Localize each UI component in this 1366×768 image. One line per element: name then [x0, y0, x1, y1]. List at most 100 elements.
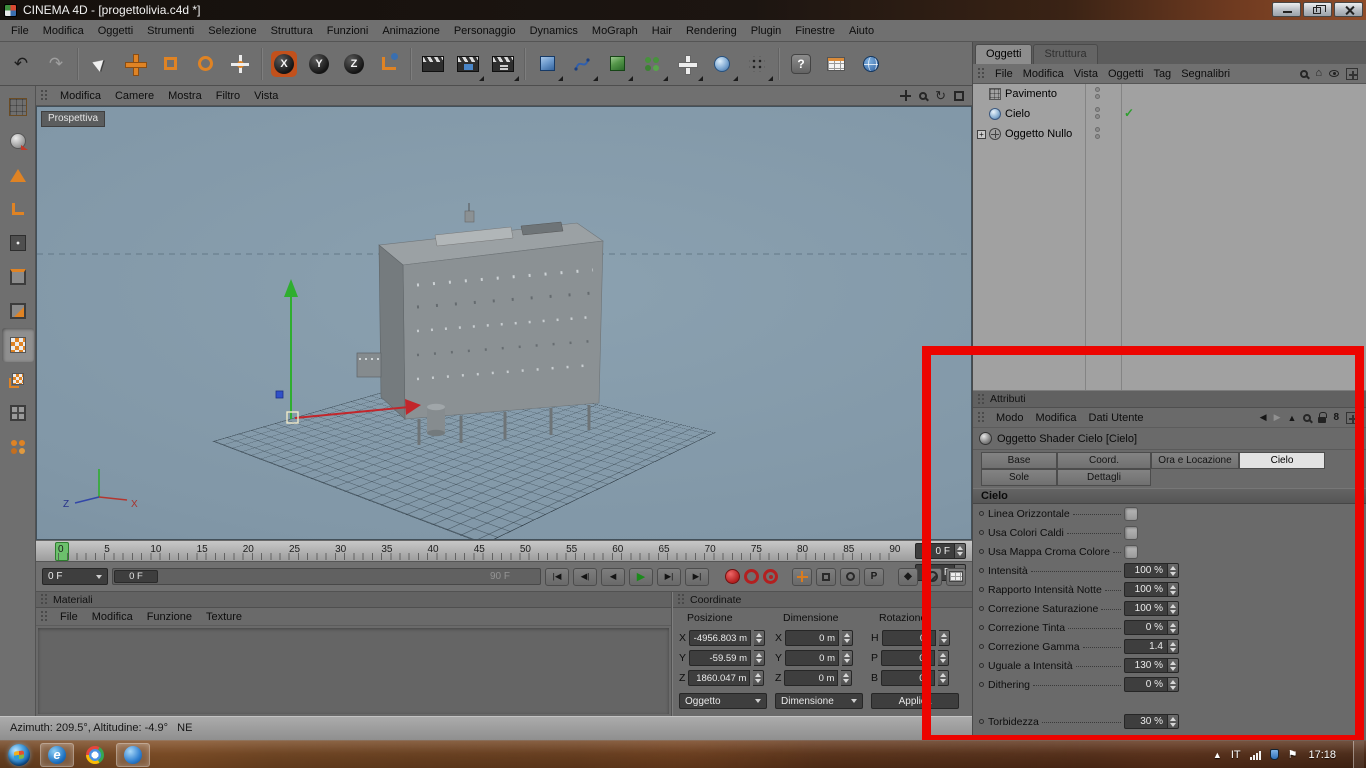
lock-x-axis-button[interactable]: X	[267, 46, 301, 82]
correzione-saturazione-field[interactable]: 100 %	[1124, 601, 1179, 616]
record-position-button[interactable]	[792, 567, 812, 586]
record-parameter-button[interactable]: P	[864, 567, 884, 586]
panel-grip[interactable]	[40, 593, 49, 606]
om-menu-segnalibri[interactable]: Segnalibri	[1176, 66, 1235, 82]
position-x-field[interactable]: -4956.803 m	[689, 630, 766, 646]
layer-dots[interactable]	[1095, 127, 1100, 141]
viewport-canvas[interactable]: Z X Prospettiva	[36, 106, 972, 540]
tab-coord[interactable]: Coord.	[1057, 452, 1151, 469]
menu-mograph[interactable]: MoGraph	[585, 22, 645, 40]
previous-key-button[interactable]: ◀|	[573, 567, 597, 586]
stepper[interactable]	[753, 670, 765, 686]
materials-menu-file[interactable]: File	[53, 609, 85, 625]
object-row-cielo[interactable]: Cielo ✓	[973, 104, 1366, 124]
eye-icon[interactable]	[1329, 70, 1339, 77]
stepper[interactable]	[1168, 658, 1179, 673]
frame-stepper[interactable]	[955, 543, 966, 559]
record-keyframe-button[interactable]	[725, 569, 740, 584]
stepper[interactable]	[842, 630, 854, 646]
panel-grip[interactable]	[40, 610, 49, 623]
spline-pen-button[interactable]	[565, 46, 599, 82]
stepper[interactable]	[841, 670, 853, 686]
correzione-tinta-field[interactable]: 0 %	[1124, 620, 1179, 635]
menu-aiuto[interactable]: Aiuto	[842, 22, 881, 40]
om-menu-vista[interactable]: Vista	[1069, 66, 1103, 82]
object-space-dropdown[interactable]: Oggetto	[679, 693, 767, 709]
menu-selezione[interactable]: Selezione	[201, 22, 263, 40]
solo-off-button[interactable]	[922, 567, 942, 586]
panel-grip[interactable]	[977, 392, 986, 406]
lock-z-axis-button[interactable]: Z	[337, 46, 371, 82]
scale-tool[interactable]	[153, 46, 187, 82]
om-menu-tag[interactable]: Tag	[1148, 66, 1176, 82]
move-tool[interactable]	[118, 46, 152, 82]
workplane-mode-button[interactable]	[2, 396, 34, 430]
tab-struttura[interactable]: Struttura	[1033, 44, 1098, 64]
position-z-field[interactable]: 1860.047 m	[688, 670, 765, 686]
zoom-view-icon[interactable]	[919, 91, 928, 100]
object-name[interactable]: Oggetto Nullo	[1005, 128, 1072, 140]
materials-list-area[interactable]	[38, 628, 669, 714]
tab-oggetti[interactable]: Oggetti	[975, 44, 1033, 64]
position-y-field[interactable]: -59.59 m	[689, 650, 766, 666]
search-icon[interactable]	[1303, 413, 1312, 422]
uv-mode-button[interactable]	[2, 430, 34, 464]
toggle-view-icon[interactable]	[954, 90, 964, 101]
taskbar-clock[interactable]: 17:18	[1306, 749, 1344, 761]
up-level-icon[interactable]: ▲	[1288, 413, 1297, 423]
make-editable-button[interactable]	[2, 90, 34, 124]
rapporto-intensita-notte-field[interactable]: 100 %	[1124, 582, 1179, 597]
torbidezza-field[interactable]: 30 %	[1124, 714, 1179, 729]
timeline-range-slider[interactable]: 0 F 90 F	[112, 568, 541, 585]
show-desktop-button[interactable]	[1353, 741, 1364, 768]
previous-frame-button[interactable]: ◀	[601, 567, 625, 586]
edges-mode-button[interactable]	[2, 260, 34, 294]
deformer-object-button[interactable]	[670, 46, 704, 82]
enabled-check-icon[interactable]: ✓	[1124, 106, 1134, 120]
stepper[interactable]	[754, 630, 766, 646]
home-icon[interactable]: ⌂	[1315, 68, 1322, 79]
object-list[interactable]: Pavimento Cielo ✓ + Oggetto Nullo	[973, 84, 1366, 390]
stepper[interactable]	[1168, 639, 1179, 654]
model-mode-button[interactable]	[2, 158, 34, 192]
stepper[interactable]	[1168, 582, 1179, 597]
render-settings-button[interactable]	[486, 46, 520, 82]
redo-button[interactable]: ↷	[39, 46, 73, 82]
network-icon[interactable]	[1249, 750, 1261, 760]
record-scale-button[interactable]	[816, 567, 836, 586]
stepper[interactable]	[1168, 714, 1179, 729]
intensita-field[interactable]: 100 %	[1124, 563, 1179, 578]
attr-menu-modo[interactable]: Modo	[990, 410, 1030, 426]
rotation-b-field[interactable]: 0 °	[881, 670, 950, 686]
viewport-menu-mostra[interactable]: Mostra	[161, 87, 209, 105]
section-header-cielo[interactable]: Cielo	[973, 488, 1366, 504]
om-menu-file[interactable]: File	[990, 66, 1018, 82]
points-mode-button[interactable]	[2, 226, 34, 260]
uguale-a-intensita-field[interactable]: 130 %	[1124, 658, 1179, 673]
viewport-menu-camere[interactable]: Camere	[108, 87, 161, 105]
object-name[interactable]: Pavimento	[1005, 88, 1057, 100]
taskbar-app-ie[interactable]: e	[40, 742, 74, 767]
menu-personaggio[interactable]: Personaggio	[447, 22, 523, 40]
tab-sole[interactable]: Sole	[981, 469, 1057, 486]
history-forward-icon[interactable]: ▶	[1274, 412, 1281, 423]
online-resources-button[interactable]	[854, 46, 888, 82]
menu-modifica[interactable]: Modifica	[36, 22, 91, 40]
history-back-icon[interactable]: ◀	[1260, 412, 1267, 423]
stepper[interactable]	[1168, 601, 1179, 616]
materials-menu-texture[interactable]: Texture	[199, 609, 249, 625]
layer-dots[interactable]	[1095, 87, 1100, 101]
texture-axis-mode-button[interactable]	[2, 362, 34, 396]
polygons-mode-button[interactable]	[2, 294, 34, 328]
record-rotation-button[interactable]	[840, 567, 860, 586]
stepper[interactable]	[754, 650, 766, 666]
keyframe-mode-button[interactable]: ◆	[898, 567, 918, 586]
stepper[interactable]	[1168, 620, 1179, 635]
primitive-object-button[interactable]	[530, 46, 564, 82]
dimension-x-field[interactable]: 0 m	[785, 630, 854, 646]
taskbar-app-browser[interactable]	[116, 742, 150, 767]
stepper[interactable]	[938, 630, 950, 646]
attr-menu-modifica[interactable]: Modifica	[1030, 410, 1083, 426]
object-row-oggetto-nullo[interactable]: + Oggetto Nullo	[973, 124, 1366, 144]
object-row-pavimento[interactable]: Pavimento	[973, 84, 1366, 104]
